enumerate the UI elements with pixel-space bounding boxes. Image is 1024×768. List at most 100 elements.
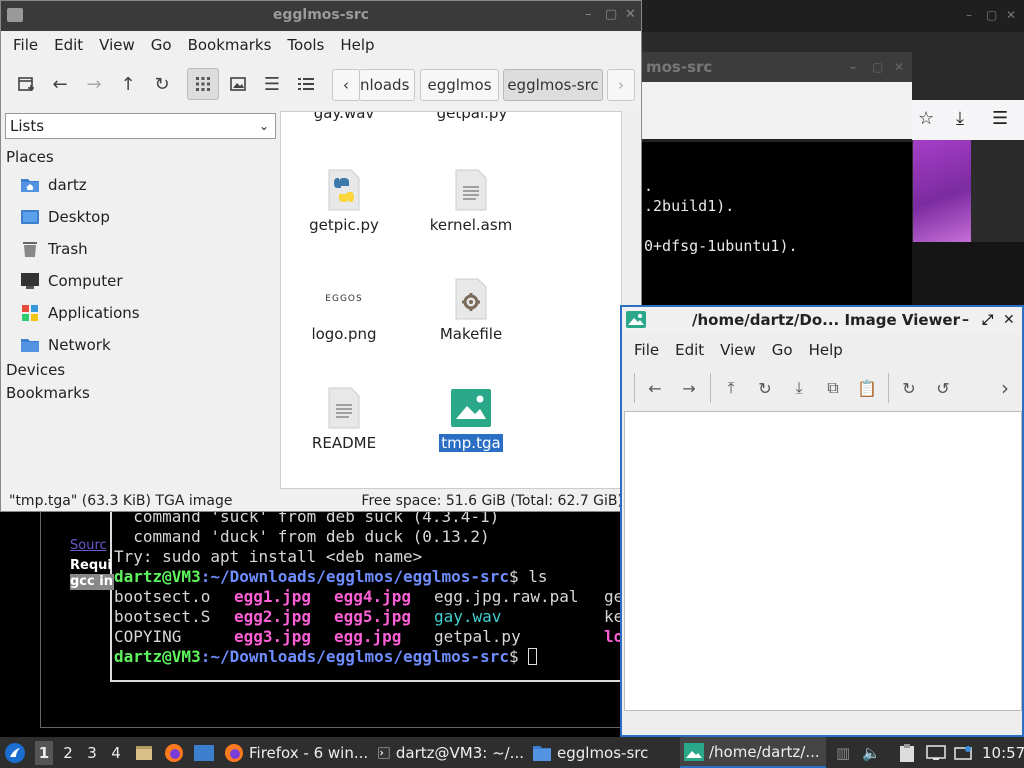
workspace-1[interactable]: 1 <box>35 741 53 765</box>
file-manager-titlebar[interactable]: egglmos-src – ▢ ✕ <box>1 1 641 31</box>
file-item-logo[interactable]: EGGOS logo.png <box>289 275 399 343</box>
open-button[interactable]: ⤒ <box>720 377 742 399</box>
ls-entry: egg2.jpg <box>234 607 312 626</box>
minimize-icon[interactable]: – <box>962 307 969 333</box>
menu-go[interactable]: Go <box>764 341 801 359</box>
menu-file[interactable]: File <box>5 36 46 54</box>
previous-button[interactable]: ← <box>644 377 666 399</box>
status-bar: "tmp.tga" (63.3 KiB) TGA image Free spac… <box>1 491 641 511</box>
menu-bookmarks[interactable]: Bookmarks <box>180 36 280 54</box>
task-terminal[interactable]: dartz@VM3: ~/... <box>378 737 524 768</box>
python-file-icon <box>328 169 360 211</box>
tray-arrow-icon: ▥ <box>836 743 851 762</box>
sidebar-item-computer[interactable]: Computer <box>1 265 279 297</box>
clipboard-button[interactable] <box>898 737 916 768</box>
toolbar-overflow-button[interactable]: › <box>994 376 1016 400</box>
detail-list-icon <box>298 78 314 90</box>
sidebar-item-desktop[interactable]: Desktop <box>1 201 279 233</box>
hamburger-menu-icon[interactable]: ☰ <box>992 108 1008 129</box>
file-item-kernel[interactable]: kernel.asm <box>416 166 526 234</box>
menu-edit[interactable]: Edit <box>46 36 91 54</box>
paste-button[interactable]: 📋 <box>856 377 878 399</box>
arrow-right-icon: → <box>86 73 102 95</box>
thumbnail-view-button[interactable] <box>223 69 253 99</box>
file-item-makefile[interactable]: Makefile <box>416 275 526 343</box>
image-viewer-titlebar[interactable]: /home/dartz/Do... Image Viewer – ⤢ ✕ <box>622 307 1022 333</box>
volume-button[interactable]: 🔈 <box>862 737 881 768</box>
desktop-icon <box>19 207 41 227</box>
bookmark-star-icon[interactable]: ☆ <box>918 108 934 129</box>
workspace-3[interactable]: 3 <box>83 744 101 762</box>
file-label: getpic.py <box>309 216 379 234</box>
reload-button[interactable]: ↻ <box>147 69 177 99</box>
firefox-icon <box>225 743 243 762</box>
new-tab-button[interactable] <box>11 69 41 99</box>
clock[interactable]: 10:57 <box>982 737 1024 768</box>
rotate-counterclockwise-button[interactable]: ↺ <box>932 377 954 399</box>
task-image-viewer[interactable]: /home/dartz/... <box>680 737 826 768</box>
menu-view[interactable]: View <box>712 341 764 359</box>
reload-button[interactable]: ↻ <box>754 377 776 399</box>
display-button[interactable] <box>926 737 946 768</box>
save-button[interactable]: ⤓ <box>788 377 810 399</box>
menu-help[interactable]: Help <box>801 341 851 359</box>
sidebar-item-applications[interactable]: Applications <box>1 297 279 329</box>
menu-help[interactable]: Help <box>332 36 382 54</box>
source-link[interactable]: Sourc <box>70 538 114 554</box>
maximize-icon[interactable]: ⤢ <box>982 307 993 333</box>
workspace-2[interactable]: 2 <box>59 744 77 762</box>
breadcrumb-egglmos-src[interactable]: egglmos-src <box>503 69 603 101</box>
launcher-firefox[interactable] <box>164 737 184 768</box>
maximize-icon[interactable]: ▢ <box>605 7 617 22</box>
menu-tools[interactable]: Tools <box>279 36 332 54</box>
image-canvas[interactable] <box>624 411 1022 711</box>
file-item[interactable]: getpal.py <box>417 112 527 122</box>
file-item-readme[interactable]: README <box>289 384 399 452</box>
close-icon[interactable]: ✕ <box>625 7 636 22</box>
tray-scroll[interactable]: ▥ <box>836 737 850 768</box>
up-button[interactable]: ↑ <box>113 69 143 99</box>
network-button[interactable] <box>954 737 972 768</box>
section-bookmarks[interactable]: Bookmarks <box>1 381 279 405</box>
rotate-clockwise-button[interactable]: ↻ <box>898 377 920 399</box>
copy-button[interactable]: ⧉ <box>822 377 844 399</box>
task-label: egglmos-src <box>557 743 649 762</box>
icon-view-button[interactable] <box>187 68 219 100</box>
terminal-prompt-line[interactable]: dartz@VM3:~/Downloads/egglmos/egglmos-sr… <box>114 647 538 667</box>
task-file-manager[interactable]: egglmos-src <box>532 737 672 768</box>
file-item[interactable]: gay.wav <box>289 112 399 122</box>
file-item-getpic[interactable]: getpic.py <box>289 166 399 234</box>
next-button[interactable]: → <box>678 377 700 399</box>
menu-edit[interactable]: Edit <box>667 341 712 359</box>
close-icon[interactable]: ✕ <box>1003 307 1015 333</box>
terminal-header-band <box>640 82 912 142</box>
sidebar-item-dartz[interactable]: dartz <box>1 169 279 201</box>
minimize-icon[interactable]: – <box>585 7 592 22</box>
menu-go[interactable]: Go <box>143 36 180 54</box>
breadcrumb-downloads[interactable]: nloads <box>359 69 415 101</box>
breadcrumb-scroll-left[interactable]: ‹ <box>332 69 360 101</box>
compact-view-button[interactable]: ☰ <box>257 69 287 99</box>
file-grid[interactable]: gay.wav getpal.py getpic.py kernel.asm E… <box>280 111 622 489</box>
start-menu-button[interactable] <box>4 737 26 768</box>
launcher-show-desktop[interactable] <box>193 737 215 768</box>
back-button[interactable]: ← <box>45 69 75 99</box>
breadcrumb-scroll-right[interactable]: › <box>607 69 635 101</box>
file-item-tmp-tga[interactable]: tmp.tga <box>416 384 526 452</box>
forward-button[interactable]: → <box>79 69 109 99</box>
breadcrumb-egglmos[interactable]: egglmos <box>420 69 499 101</box>
close-icon: ✕ <box>1006 8 1017 22</box>
sidebar-item-network[interactable]: Network <box>1 329 279 361</box>
menu-view[interactable]: View <box>91 36 143 54</box>
ls-row: bootsect.S egg2.jpg egg5.jpg gay.wav ke <box>114 607 622 627</box>
file-manager-window: egglmos-src – ▢ ✕ File Edit View Go Book… <box>0 0 642 512</box>
section-devices[interactable]: Devices <box>1 359 279 381</box>
side-pane-mode-select[interactable]: Lists ⌄ <box>5 113 276 139</box>
detailed-view-button[interactable] <box>291 69 321 99</box>
download-icon[interactable]: ⤓ <box>956 108 964 129</box>
menu-file[interactable]: File <box>626 341 667 359</box>
task-firefox[interactable]: Firefox - 6 win... <box>224 737 370 768</box>
launcher-files[interactable] <box>134 737 154 768</box>
workspace-4[interactable]: 4 <box>107 744 125 762</box>
sidebar-item-trash[interactable]: Trash <box>1 233 279 265</box>
